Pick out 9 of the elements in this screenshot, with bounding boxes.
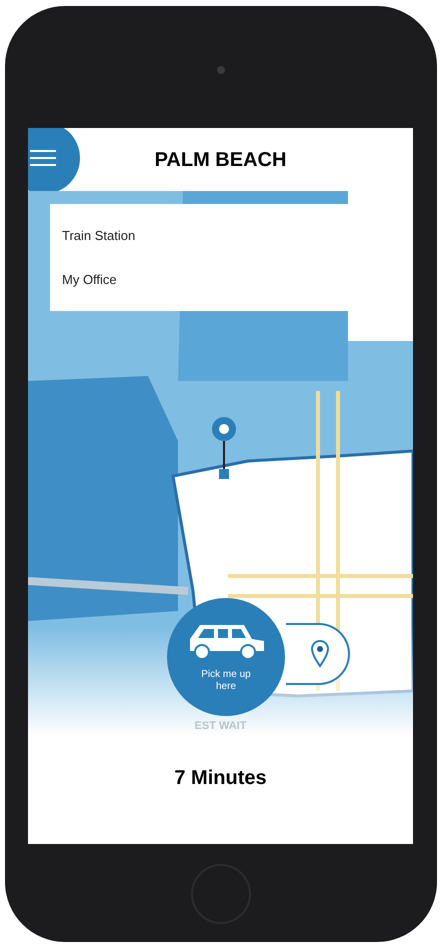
map-pin-icon — [211, 416, 237, 481]
location-pin-icon — [310, 640, 330, 668]
header-title: PALM BEACH — [154, 148, 286, 172]
wait-label: EST WAIT — [194, 719, 246, 734]
suggestion-item[interactable]: Train Station — [50, 214, 401, 258]
camera-icon — [216, 66, 224, 74]
wait-time: 7 Minutes — [174, 766, 267, 790]
location-pill[interactable] — [286, 623, 350, 685]
suggestion-item[interactable]: My Office — [50, 258, 401, 301]
